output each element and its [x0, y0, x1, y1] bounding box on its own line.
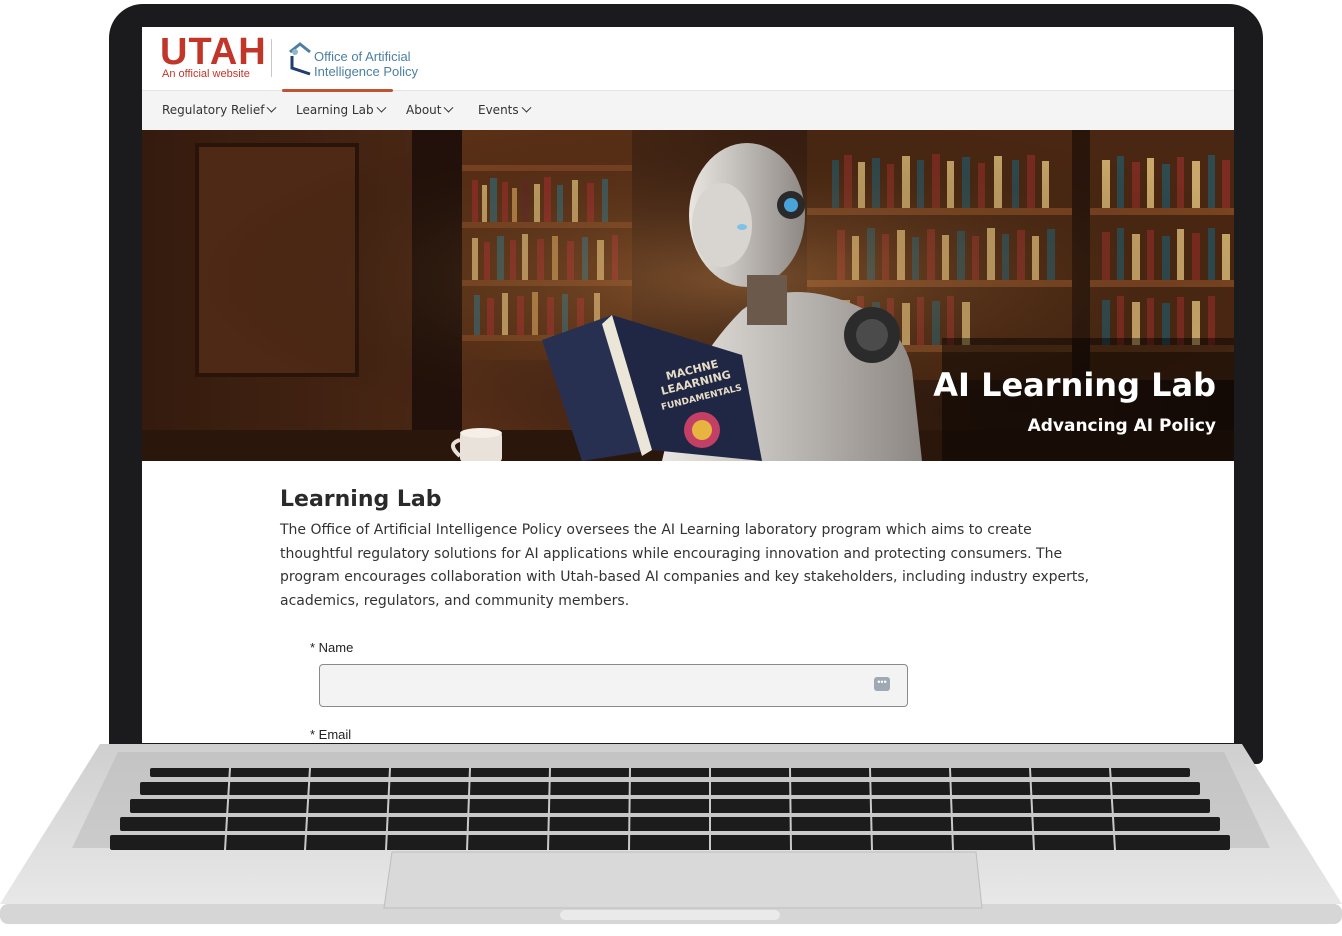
nav-label: Learning Lab: [296, 103, 374, 117]
main-nav: Regulatory Relief Learning Lab About Eve…: [142, 90, 1234, 131]
office-name-line1: Office of Artificial: [314, 49, 411, 64]
nav-item-learning-lab[interactable]: Learning Lab: [296, 91, 387, 130]
section-description: The Office of Artificial Intelligence Po…: [280, 522, 1090, 609]
chevron-down-icon: [376, 102, 387, 113]
office-name[interactable]: Office of Artificial Intelligence Policy: [314, 49, 418, 79]
name-field[interactable]: •••: [319, 664, 908, 707]
office-name-line2: Intelligence Policy: [314, 64, 419, 79]
hero-title: AI Learning Lab: [933, 366, 1216, 404]
autofill-icon[interactable]: •••: [874, 677, 890, 691]
name-label: * Name: [310, 640, 354, 655]
coffee-cup: [451, 428, 502, 461]
section-heading: Learning Lab: [280, 487, 442, 512]
nav-item-about[interactable]: About: [406, 91, 454, 130]
nav-label: Events: [478, 103, 519, 117]
utah-logo-text[interactable]: UTAH: [160, 33, 267, 71]
nav-label: About: [406, 103, 442, 117]
nav-active-indicator: [282, 89, 393, 92]
hero-image: MACHNE LEAARNING FUNDAMENTALS: [142, 130, 1234, 461]
laptop-base: [0, 744, 1342, 924]
chevron-down-icon: [267, 102, 277, 113]
chevron-down-icon: [444, 102, 454, 113]
site-header: UTAH An official website Office of Artif…: [142, 27, 1234, 90]
office-logo-icon[interactable]: [286, 38, 314, 78]
header-divider: [271, 39, 272, 77]
nav-item-events[interactable]: Events: [478, 91, 532, 130]
hero-subtitle: Advancing AI Policy: [1027, 416, 1216, 436]
chevron-down-icon: [521, 102, 532, 113]
official-website-text: An official website: [162, 68, 250, 80]
nav-item-regulatory-relief[interactable]: Regulatory Relief: [162, 91, 277, 130]
nav-label: Regulatory Relief: [162, 103, 265, 117]
laptop-screen: UTAH An official website Office of Artif…: [142, 27, 1234, 743]
hero-banner: MACHNE LEAARNING FUNDAMENTALS AI Learnin…: [142, 130, 1234, 461]
